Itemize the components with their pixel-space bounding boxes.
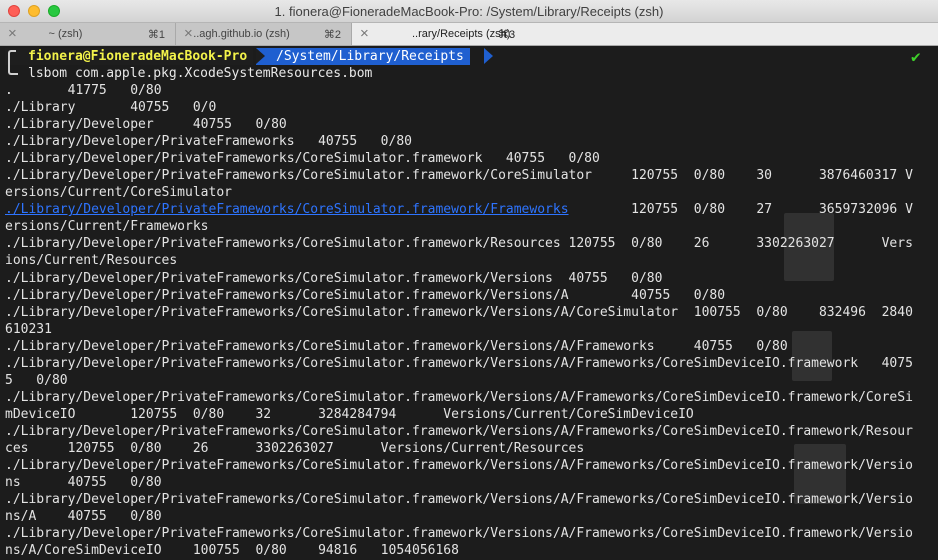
tab-shortcut: ⌘3 <box>498 29 516 41</box>
output-line: ./Library/Developer/PrivateFrameworks/Co… <box>5 201 938 218</box>
title-bar[interactable]: 1. fionera@FioneradeMacBook-Pro: /System… <box>0 0 938 23</box>
output-line-rest: 120755 0/80 27 3659732096 V <box>568 202 913 218</box>
powerline-separator-icon <box>256 48 265 64</box>
shell-prompt: fionera@FioneradeMacBook-Pro /System/Lib… <box>5 48 921 65</box>
output-line: ns 40755 0/80 <box>5 475 162 491</box>
terminal-content[interactable]: fionera@FioneradeMacBook-Pro /System/Lib… <box>0 46 938 560</box>
output-line: 610231 <box>5 321 52 337</box>
tab-label: ..agh.github.io (zsh) <box>193 28 290 40</box>
tab-home[interactable]: × ~ (zsh) ⌘1 <box>0 23 176 45</box>
output-line: ./Library/Developer/PrivateFrameworks/Co… <box>5 304 913 320</box>
output-line: ns/A 40755 0/80 <box>5 509 162 525</box>
path-link[interactable]: ./Library/Developer/PrivateFrameworks/Co… <box>5 202 569 217</box>
output-line: ./Library/Developer/PrivateFrameworks/Co… <box>5 526 913 542</box>
output-line: ns/A/CoreSimDeviceIO 100755 0/80 94816 1… <box>5 543 459 559</box>
output-line: ions/Current/Resources <box>5 253 178 269</box>
tab-label: ~ (zsh) <box>48 28 83 40</box>
command-text: lsbom com.apple.pkg.XcodeSystemResources… <box>28 66 373 81</box>
status-check-icon: ✔ <box>911 47 921 66</box>
output-line: ersions/Current/Frameworks <box>5 219 209 235</box>
prompt-path: /System/Library/Receipts <box>256 48 470 65</box>
output-line: ces 120755 0/80 26 3302263027 Versions/C… <box>5 440 585 456</box>
output-line: ./Library/Developer/PrivateFrameworks/Co… <box>5 236 913 252</box>
output-line: ./Library/Developer/PrivateFrameworks/Co… <box>5 168 913 184</box>
output-line: mDeviceIO 120755 0/80 32 3284284794 Vers… <box>5 406 694 422</box>
prompt-corner-icon <box>8 65 18 75</box>
window-title: 1. fionera@FioneradeMacBook-Pro: /System… <box>274 4 664 19</box>
output-line: ./Library/Developer/PrivateFrameworks/Co… <box>5 355 913 371</box>
tab-shortcut: ⌘2 <box>323 29 341 41</box>
output-line: 5 0/80 <box>5 372 68 388</box>
output-line: ./Library/Developer/PrivateFrameworks/Co… <box>5 270 663 286</box>
powerline-separator-icon <box>484 48 493 64</box>
tab-github-io[interactable]: × ..agh.github.io (zsh) ⌘2 <box>176 23 352 45</box>
tab-shortcut: ⌘1 <box>147 29 165 41</box>
output-line: ./Library/Developer/PrivateFrameworks/Co… <box>5 389 913 405</box>
output-line: ./Library/Developer/PrivateFrameworks/Co… <box>5 287 726 303</box>
output-line: ./Library/Developer/PrivateFrameworks/Co… <box>5 458 913 474</box>
terminal-window: 1. fionera@FioneradeMacBook-Pro: /System… <box>0 0 938 560</box>
prompt-user-host: fionera@FioneradeMacBook-Pro <box>5 48 254 65</box>
command-line: lsbom com.apple.pkg.XcodeSystemResources… <box>5 65 372 82</box>
output-line: ./Library/Developer/PrivateFrameworks 40… <box>5 134 412 150</box>
tab-receipts[interactable]: × ..rary/Receipts (zsh) ⌘3 <box>352 23 938 45</box>
output-line: ./Library/Developer/PrivateFrameworks/Co… <box>5 492 913 508</box>
tab-label: ..rary/Receipts (zsh) <box>412 28 511 40</box>
output-line: ./Library/Developer/PrivateFrameworks/Co… <box>5 423 913 439</box>
output-line: ./Library/Developer/PrivateFrameworks/Co… <box>5 338 788 354</box>
tab-bar: × ~ (zsh) ⌘1 × ..agh.github.io (zsh) ⌘2 … <box>0 23 938 46</box>
command-output: . 41775 0/80 ./Library 40755 0/0 ./Library… <box>5 82 938 559</box>
output-line: ./Library/Developer 40755 0/80 <box>5 117 287 133</box>
output-line: ersions/Current/CoreSimulator <box>5 185 232 201</box>
output-line: . 41775 0/80 <box>5 83 162 98</box>
output-line: ./Library 40755 0/0 <box>5 100 217 116</box>
prompt-corner-icon <box>8 50 16 65</box>
output-line: ./Library/Developer/PrivateFrameworks/Co… <box>5 151 600 167</box>
